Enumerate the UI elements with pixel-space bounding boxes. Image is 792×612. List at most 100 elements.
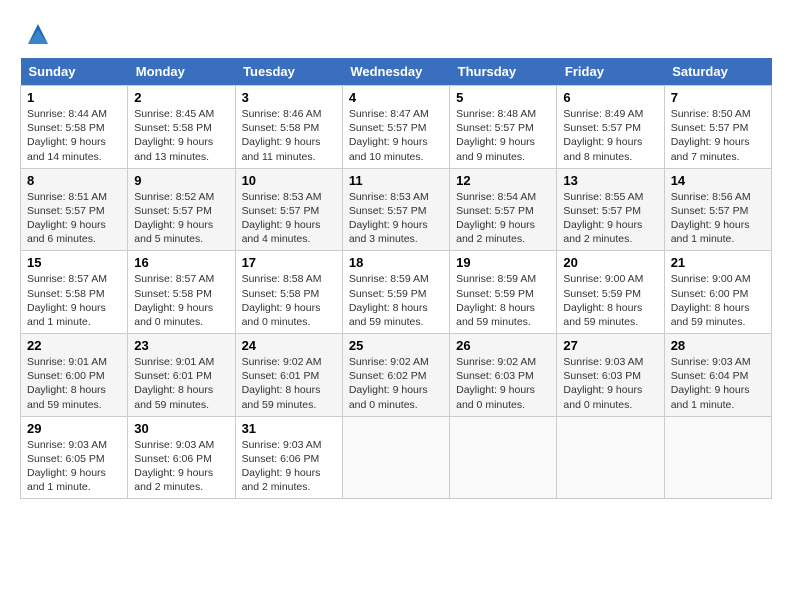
day-number: 10 [242,173,336,188]
calendar-cell [664,416,771,499]
day-number: 11 [349,173,443,188]
cell-content: Sunrise: 8:54 AMSunset: 5:57 PMDaylight:… [456,190,550,247]
calendar-cell: 1 Sunrise: 8:44 AMSunset: 5:58 PMDaylight… [21,86,128,169]
logo-icon [24,20,52,48]
day-number: 28 [671,338,765,353]
cell-content: Sunrise: 8:51 AMSunset: 5:57 PMDaylight:… [27,190,121,247]
calendar-cell [450,416,557,499]
calendar-cell: 19Sunrise: 8:59 AMSunset: 5:59 PMDayligh… [450,251,557,334]
cell-content: Sunrise: 8:52 AMSunset: 5:57 PMDaylight:… [134,190,228,247]
cell-content: Sunrise: 9:03 AMSunset: 6:03 PMDaylight:… [563,355,657,412]
page-header [20,20,772,48]
day-number: 16 [134,255,228,270]
cell-content: Sunrise: 8:44 AMSunset: 5:58 PMDaylight:… [27,107,121,164]
day-number: 27 [563,338,657,353]
calendar-cell: 7 Sunrise: 8:50 AMSunset: 5:57 PMDaylight… [664,86,771,169]
calendar-cell: 30 Sunrise: 9:03 AMSunset: 6:06 PMDayligh… [128,416,235,499]
calendar-table: SundayMondayTuesdayWednesdayThursdayFrid… [20,58,772,499]
cell-content: Sunrise: 8:57 AMSunset: 5:58 PMDaylight:… [27,272,121,329]
day-number: 30 [134,421,228,436]
calendar-cell: 15 Sunrise: 8:57 AMSunset: 5:58 PMDayligh… [21,251,128,334]
calendar-cell: 4 Sunrise: 8:47 AMSunset: 5:57 PMDaylight… [342,86,449,169]
weekday-header-thursday: Thursday [450,58,557,86]
weekday-header-friday: Friday [557,58,664,86]
day-number: 19 [456,255,550,270]
cell-content: Sunrise: 8:56 AMSunset: 5:57 PMDaylight:… [671,190,765,247]
calendar-cell [342,416,449,499]
weekday-header-saturday: Saturday [664,58,771,86]
cell-content: Sunrise: 8:53 AMSunset: 5:57 PMDaylight:… [242,190,336,247]
calendar-cell: 9 Sunrise: 8:52 AMSunset: 5:57 PMDaylight… [128,168,235,251]
calendar-cell: 5 Sunrise: 8:48 AMSunset: 5:57 PMDaylight… [450,86,557,169]
cell-content: Sunrise: 8:45 AMSunset: 5:58 PMDaylight:… [134,107,228,164]
calendar-cell: 25 Sunrise: 9:02 AMSunset: 6:02 PMDayligh… [342,334,449,417]
cell-content: Sunrise: 9:02 AMSunset: 6:03 PMDaylight:… [456,355,550,412]
calendar-cell: 18 Sunrise: 8:59 AMSunset: 5:59 PMDayligh… [342,251,449,334]
calendar-week-row: 1 Sunrise: 8:44 AMSunset: 5:58 PMDaylight… [21,86,772,169]
calendar-cell: 17Sunrise: 8:58 AMSunset: 5:58 PMDayligh… [235,251,342,334]
cell-content: Sunrise: 8:48 AMSunset: 5:57 PMDaylight:… [456,107,550,164]
calendar-cell: 8 Sunrise: 8:51 AMSunset: 5:57 PMDaylight… [21,168,128,251]
calendar-cell: 2 Sunrise: 8:45 AMSunset: 5:58 PMDaylight… [128,86,235,169]
cell-content: Sunrise: 8:59 AMSunset: 5:59 PMDaylight:… [349,272,443,329]
calendar-cell: 28 Sunrise: 9:03 AMSunset: 6:04 PMDayligh… [664,334,771,417]
weekday-header-sunday: Sunday [21,58,128,86]
calendar-week-row: 22Sunrise: 9:01 AMSunset: 6:00 PMDayligh… [21,334,772,417]
day-number: 29 [27,421,121,436]
cell-content: Sunrise: 8:46 AMSunset: 5:58 PMDaylight:… [242,107,336,164]
calendar-cell: 3 Sunrise: 8:46 AMSunset: 5:58 PMDaylight… [235,86,342,169]
weekday-header-tuesday: Tuesday [235,58,342,86]
day-number: 1 [27,90,121,105]
calendar-cell: 14 Sunrise: 8:56 AMSunset: 5:57 PMDayligh… [664,168,771,251]
day-number: 2 [134,90,228,105]
cell-content: Sunrise: 9:01 AMSunset: 6:01 PMDaylight:… [134,355,228,412]
day-number: 22 [27,338,121,353]
day-number: 3 [242,90,336,105]
day-number: 7 [671,90,765,105]
day-number: 8 [27,173,121,188]
calendar-cell: 20 Sunrise: 9:00 AMSunset: 5:59 PMDayligh… [557,251,664,334]
calendar-cell: 23 Sunrise: 9:01 AMSunset: 6:01 PMDayligh… [128,334,235,417]
cell-content: Sunrise: 9:03 AMSunset: 6:06 PMDaylight:… [134,438,228,495]
day-number: 21 [671,255,765,270]
calendar-cell [557,416,664,499]
day-number: 5 [456,90,550,105]
calendar-week-row: 8 Sunrise: 8:51 AMSunset: 5:57 PMDaylight… [21,168,772,251]
cell-content: Sunrise: 9:00 AMSunset: 5:59 PMDaylight:… [563,272,657,329]
weekday-header-wednesday: Wednesday [342,58,449,86]
calendar-cell: 10 Sunrise: 8:53 AMSunset: 5:57 PMDayligh… [235,168,342,251]
calendar-cell: 31Sunrise: 9:03 AMSunset: 6:06 PMDayligh… [235,416,342,499]
cell-content: Sunrise: 8:55 AMSunset: 5:57 PMDaylight:… [563,190,657,247]
cell-content: Sunrise: 8:47 AMSunset: 5:57 PMDaylight:… [349,107,443,164]
day-number: 24 [242,338,336,353]
day-number: 15 [27,255,121,270]
cell-content: Sunrise: 9:02 AMSunset: 6:02 PMDaylight:… [349,355,443,412]
day-number: 31 [242,421,336,436]
weekday-header-row: SundayMondayTuesdayWednesdayThursdayFrid… [21,58,772,86]
calendar-cell: 13Sunrise: 8:55 AMSunset: 5:57 PMDayligh… [557,168,664,251]
cell-content: Sunrise: 9:02 AMSunset: 6:01 PMDaylight:… [242,355,336,412]
cell-content: Sunrise: 8:53 AMSunset: 5:57 PMDaylight:… [349,190,443,247]
calendar-cell: 16Sunrise: 8:57 AMSunset: 5:58 PMDayligh… [128,251,235,334]
calendar-week-row: 29Sunrise: 9:03 AMSunset: 6:05 PMDayligh… [21,416,772,499]
day-number: 6 [563,90,657,105]
day-number: 20 [563,255,657,270]
day-number: 25 [349,338,443,353]
day-number: 18 [349,255,443,270]
calendar-cell: 11 Sunrise: 8:53 AMSunset: 5:57 PMDayligh… [342,168,449,251]
cell-content: Sunrise: 8:49 AMSunset: 5:57 PMDaylight:… [563,107,657,164]
day-number: 14 [671,173,765,188]
calendar-cell: 26Sunrise: 9:02 AMSunset: 6:03 PMDayligh… [450,334,557,417]
calendar-cell: 12Sunrise: 8:54 AMSunset: 5:57 PMDayligh… [450,168,557,251]
weekday-header-monday: Monday [128,58,235,86]
calendar-cell: 21 Sunrise: 9:00 AMSunset: 6:00 PMDayligh… [664,251,771,334]
day-number: 9 [134,173,228,188]
cell-content: Sunrise: 9:03 AMSunset: 6:04 PMDaylight:… [671,355,765,412]
calendar-cell: 24 Sunrise: 9:02 AMSunset: 6:01 PMDayligh… [235,334,342,417]
day-number: 23 [134,338,228,353]
cell-content: Sunrise: 8:50 AMSunset: 5:57 PMDaylight:… [671,107,765,164]
day-number: 4 [349,90,443,105]
calendar-cell: 29Sunrise: 9:03 AMSunset: 6:05 PMDayligh… [21,416,128,499]
cell-content: Sunrise: 9:00 AMSunset: 6:00 PMDaylight:… [671,272,765,329]
logo [20,20,52,48]
